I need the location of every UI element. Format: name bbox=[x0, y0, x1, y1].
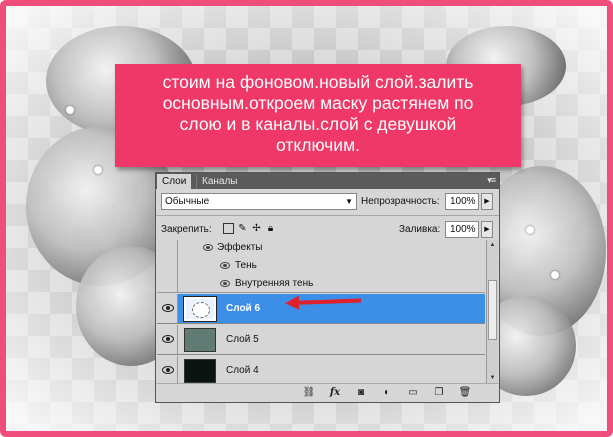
eye-column bbox=[157, 257, 178, 275]
chevron-down-icon: ▼ bbox=[345, 197, 353, 206]
lock-label: Закрепить: bbox=[161, 224, 212, 235]
eye-icon[interactable] bbox=[162, 335, 174, 343]
dew-drop bbox=[94, 166, 102, 174]
layer-row[interactable]: Слой 5 bbox=[157, 325, 485, 355]
panel-footer: ⛓ fx ◙ ◐ ▭ ❐ 🗑︎ bbox=[156, 383, 499, 402]
effect-shadow-label: Тень bbox=[235, 260, 257, 271]
instruction-line: стоим на фоновом.новый слой.залить bbox=[162, 72, 474, 92]
layers-scrollbar[interactable]: ▲ ▼ bbox=[486, 240, 498, 384]
adjustment-icon[interactable]: ◐ bbox=[380, 387, 394, 399]
instruction-text: стоим на фоновом.новый слой.залить основ… bbox=[115, 64, 521, 156]
effect-row[interactable]: Внутренняя тень bbox=[157, 275, 485, 293]
panel-tabbar: Слои Каналы ▾≡ bbox=[156, 173, 499, 189]
effects-label: Эффекты bbox=[217, 242, 263, 253]
layers-panel: Слои Каналы ▾≡ Обычные ▼ Непрозрачность:… bbox=[155, 172, 500, 403]
dew-drop bbox=[526, 226, 534, 234]
eye-icon[interactable] bbox=[162, 304, 174, 312]
effect-inner-shadow-label: Внутренняя тень bbox=[235, 278, 314, 289]
divider bbox=[156, 215, 499, 216]
layer-row-selected[interactable]: Слой 6 bbox=[157, 294, 485, 324]
fill-input[interactable]: 100% bbox=[445, 221, 479, 238]
eye-column bbox=[157, 325, 178, 354]
layer-name: Слой 5 bbox=[226, 334, 259, 345]
trash-icon[interactable]: 🗑︎ bbox=[458, 387, 472, 399]
opacity-input[interactable]: 100% bbox=[445, 193, 479, 210]
mask-thumbnail-shape bbox=[192, 302, 210, 318]
effects-row[interactable]: Эффекты bbox=[157, 240, 485, 257]
lock-transparency-icon[interactable] bbox=[223, 223, 234, 234]
layer-name: Слой 4 bbox=[226, 365, 259, 376]
fill-slider-button[interactable]: ▶ bbox=[481, 221, 493, 238]
opacity-slider-button[interactable]: ▶ bbox=[481, 193, 493, 210]
instruction-line: отключим. bbox=[276, 135, 360, 155]
pointer-arrow-head bbox=[284, 295, 300, 311]
fx-icon[interactable]: fx bbox=[328, 387, 342, 399]
lock-position-icon[interactable]: ✢ bbox=[251, 223, 262, 234]
opacity-label: Непрозрачность: bbox=[361, 196, 440, 207]
eye-column bbox=[157, 294, 178, 323]
eye-icon[interactable] bbox=[220, 280, 230, 287]
blend-mode-value: Обычные bbox=[165, 196, 210, 207]
instruction-line: основным.откроем маску растянем по bbox=[162, 93, 474, 113]
new-layer-icon[interactable]: ❐ bbox=[432, 387, 446, 399]
layers-list: Эффекты Тень Внутренняя тень Слой 6 Слой… bbox=[157, 240, 485, 384]
dew-drop bbox=[66, 106, 74, 114]
lock-row: Закрепить: ✎ ✢ 🔒︎ Заливка: 100% ▶ bbox=[161, 221, 495, 239]
instruction-line: слою и в каналы.слой с девушкой bbox=[179, 114, 457, 134]
lock-pixels-icon[interactable]: ✎ bbox=[237, 223, 248, 234]
blend-row: Обычные ▼ Непрозрачность: 100% ▶ bbox=[161, 193, 495, 211]
instruction-banner: стоим на фоновом.новый слой.залить основ… bbox=[115, 64, 521, 167]
scroll-up-icon[interactable]: ▲ bbox=[487, 240, 498, 251]
eye-column bbox=[157, 356, 178, 384]
link-icon[interactable]: ⛓ bbox=[302, 387, 316, 399]
eye-icon[interactable] bbox=[203, 244, 213, 251]
dew-drop bbox=[551, 271, 559, 279]
eye-column bbox=[157, 275, 178, 292]
tab-layers[interactable]: Слои bbox=[157, 174, 192, 189]
layer-thumbnail[interactable] bbox=[184, 328, 216, 352]
eye-icon[interactable] bbox=[162, 366, 174, 374]
fill-label: Заливка: bbox=[399, 224, 441, 235]
scroll-thumb[interactable] bbox=[488, 280, 497, 340]
blend-mode-select[interactable]: Обычные ▼ bbox=[161, 193, 357, 210]
tab-channels[interactable]: Каналы bbox=[196, 174, 243, 189]
layer-row[interactable]: Слой 4 bbox=[157, 356, 485, 384]
effect-row[interactable]: Тень bbox=[157, 257, 485, 275]
folder-icon[interactable]: ▭ bbox=[406, 387, 420, 399]
layer-thumbnail[interactable] bbox=[184, 359, 216, 383]
mask-icon[interactable]: ◙ bbox=[354, 387, 368, 399]
layer-thumbnail[interactable] bbox=[183, 296, 217, 322]
panel-menu-icon[interactable]: ▾≡ bbox=[487, 175, 496, 186]
eye-icon[interactable] bbox=[220, 262, 230, 269]
layer-name: Слой 6 bbox=[226, 303, 261, 314]
lock-all-icon[interactable]: 🔒︎ bbox=[265, 223, 276, 234]
eye-column bbox=[157, 240, 178, 257]
